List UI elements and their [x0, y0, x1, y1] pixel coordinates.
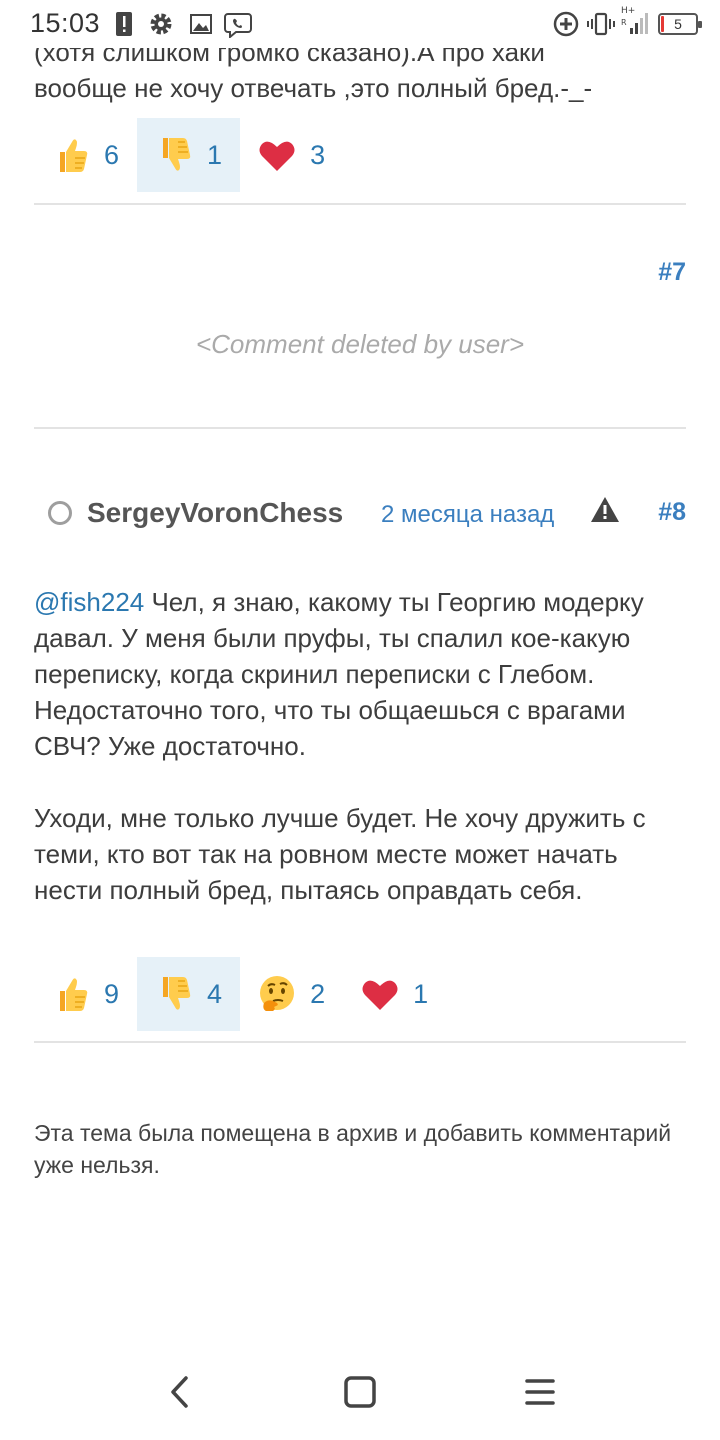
reaction-heart[interactable]: 3: [240, 118, 343, 192]
divider: [34, 1041, 686, 1043]
user-status-icon: [48, 501, 72, 525]
comment-header: SergeyVoronChess 2 месяца назад #8: [34, 490, 686, 540]
reaction-count: 9: [104, 978, 120, 1009]
reaction-thumbs-down[interactable]: 1: [137, 118, 241, 192]
reaction-thinking[interactable]: 2: [240, 957, 343, 1031]
comment-body: @fish224 Чел, я знаю, какому ты Георгию …: [34, 584, 686, 944]
data-saver-icon: [553, 11, 579, 37]
archived-notice: Эта тема была помещена в архив и добавит…: [34, 1120, 672, 1178]
thinking-face-icon: [260, 976, 295, 1011]
thumbs-down-icon: [163, 977, 191, 1010]
comment-reactions: 9 4 2 1: [34, 957, 446, 1031]
reaction-count: 1: [413, 978, 429, 1009]
back-icon[interactable]: [160, 1372, 200, 1412]
divider: [34, 203, 686, 205]
heart-icon: [259, 141, 295, 171]
divider: [34, 427, 686, 429]
reaction-thumbs-up[interactable]: 6: [34, 118, 137, 192]
report-warning-icon[interactable]: [590, 496, 620, 524]
gear-icon: [150, 13, 172, 35]
alert-icon: [116, 12, 132, 36]
deleted-comment-text: <Comment deleted by user>: [195, 329, 525, 359]
reaction-thumbs-up[interactable]: 9: [34, 957, 137, 1031]
status-time: 15:03: [30, 8, 101, 38]
thumbs-down-icon: [163, 138, 191, 171]
comment-paragraph: @fish224 Чел, я знаю, какому ты Георгию …: [34, 584, 686, 764]
comment-time-link[interactable]: 2 месяца назад: [381, 501, 554, 529]
viber-icon: [224, 13, 252, 38]
user-mention-link[interactable]: @fish224: [34, 587, 144, 617]
vibrate-icon: [587, 12, 615, 36]
reaction-count: 2: [310, 978, 326, 1009]
svg-text:R: R: [621, 18, 627, 27]
comment-number-link[interactable]: #8: [658, 498, 686, 527]
comment-number-link[interactable]: #7: [658, 258, 686, 287]
reaction-count: 4: [207, 978, 223, 1009]
comment-paragraph: Уходи, мне только лучше будет. Не хочу д…: [34, 803, 646, 905]
home-icon[interactable]: [340, 1372, 380, 1412]
previous-comment-reactions: 6 1 3: [34, 118, 343, 192]
status-bar: 15:03 H+ R 5: [0, 0, 720, 48]
signal-icon: H+ R: [621, 6, 648, 34]
thumbs-up-icon: [60, 139, 88, 172]
battery-level: 5: [674, 16, 682, 32]
reaction-thumbs-down[interactable]: 4: [137, 957, 241, 1031]
thumbs-up-icon: [60, 978, 88, 1011]
navigation-bar: [0, 1344, 720, 1440]
reaction-heart[interactable]: 1: [343, 957, 446, 1031]
menu-icon[interactable]: [520, 1372, 560, 1412]
image-icon: [190, 14, 212, 34]
reaction-count: 1: [207, 139, 223, 170]
previous-comment-line-2: вообще не хочу отвечать ,это полный бред…: [34, 73, 593, 103]
comment-username[interactable]: SergeyVoronChess: [87, 497, 343, 529]
reaction-count: 3: [310, 139, 326, 170]
svg-text:H+: H+: [621, 6, 635, 16]
battery-icon: 5: [658, 13, 702, 35]
reaction-count: 6: [104, 139, 120, 170]
heart-icon: [362, 980, 398, 1010]
